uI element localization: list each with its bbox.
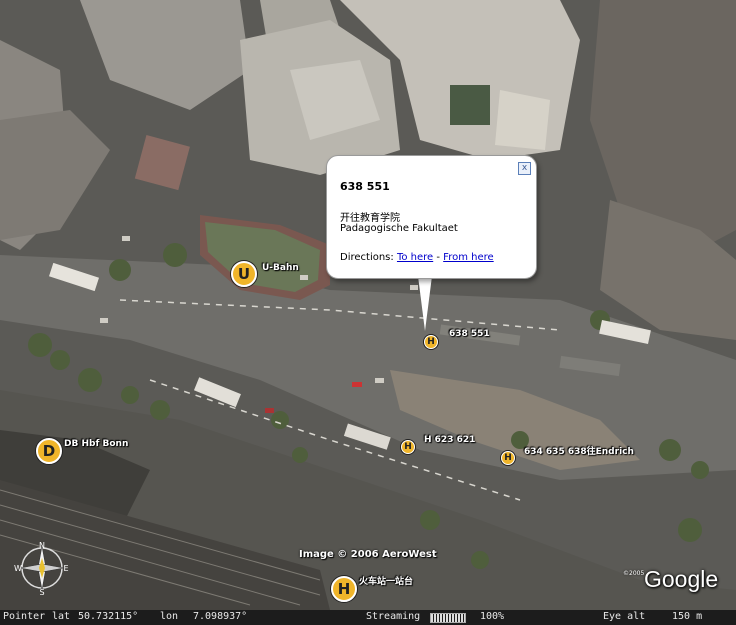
eye-alt-label: Eye alt <box>603 611 646 622</box>
lon-label: lon <box>160 611 179 622</box>
compass-n: N <box>39 541 45 550</box>
db-bonn-label: DB Hbf Bonn <box>64 439 129 449</box>
pointer-label: Pointer <box>3 611 46 622</box>
balloon-line-chinese: 开往教育学院 <box>340 213 400 224</box>
bus-stop-h623621-icon[interactable]: H <box>401 440 415 454</box>
bus-stop-h623621-label: H 623 621 <box>424 435 476 445</box>
lat-value: 50.732115° <box>78 611 139 622</box>
bus-stop-638551-icon[interactable]: H <box>424 335 438 349</box>
compass-s: S <box>39 588 44 596</box>
compass-icon[interactable]: N S E W <box>14 540 70 596</box>
streaming-percent: 100% <box>480 611 505 622</box>
db-station-marker-symbol: D <box>42 442 56 460</box>
directions-row: Directions: To here - From here <box>340 252 494 263</box>
ubahn-marker-symbol: U <box>237 265 251 283</box>
bus-stop-638551-symbol: H <box>427 337 435 347</box>
info-balloon: x 638 551 开往教育学院 Padagogische Fakultaet … <box>326 155 537 279</box>
copyright-small: ©2005 <box>623 570 645 577</box>
streaming-progress-bar <box>430 613 466 623</box>
lon-value: 7.098937° <box>193 611 248 622</box>
from-here-link[interactable]: From here <box>443 252 494 263</box>
to-here-link[interactable]: To here <box>397 252 433 263</box>
db-station-marker-icon[interactable]: D <box>36 438 62 464</box>
image-credit: Image © 2006 AeroWest <box>299 549 437 560</box>
bus-stop-638551-label: 638 551 <box>449 329 490 339</box>
train-platform-marker-symbol: H <box>337 580 351 598</box>
train-platform-label: 火车站一站台 <box>359 577 414 587</box>
ubahn-marker-icon[interactable]: U <box>231 261 257 287</box>
map-view[interactable]: U U-Bahn H 638 551 H H 623 621 H 634 635… <box>0 0 736 625</box>
close-icon[interactable]: x <box>518 162 531 175</box>
aerial-map[interactable] <box>0 0 736 625</box>
balloon-line-german: Padagogische Fakultaet <box>340 223 458 234</box>
directions-separator: - <box>433 252 444 263</box>
status-bar: Pointer lat 50.732115° lon 7.098937° Str… <box>0 610 736 625</box>
streaming-label: Streaming <box>366 611 421 622</box>
directions-label: Directions: <box>340 252 394 263</box>
bus-stop-endrich-label: 634 635 638往Endrich <box>524 447 634 457</box>
bus-stop-h623621-symbol: H <box>404 442 412 452</box>
compass-w: W <box>14 564 22 573</box>
lat-label: lat <box>52 611 71 622</box>
train-platform-marker-icon[interactable]: H <box>331 576 357 602</box>
ubahn-label: U-Bahn <box>262 263 299 273</box>
compass-e: E <box>63 564 68 573</box>
eye-alt-value: 150 m <box>672 611 703 622</box>
bus-stop-endrich-icon[interactable]: H <box>501 451 515 465</box>
balloon-title: 638 551 <box>340 180 390 193</box>
balloon-pointer <box>418 276 432 331</box>
google-logo: Google <box>644 566 719 592</box>
bus-stop-endrich-symbol: H <box>504 453 512 463</box>
